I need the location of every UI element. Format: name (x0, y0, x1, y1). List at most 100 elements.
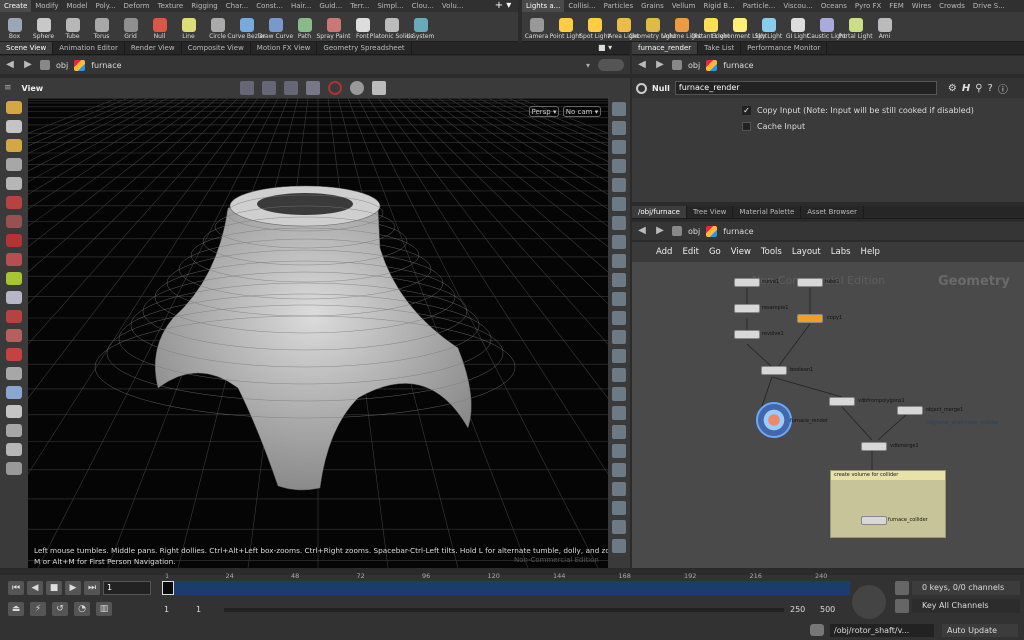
shelf-tab-0[interactable]: Lights a... (522, 0, 565, 12)
first-frame-button[interactable]: ⏮ (8, 581, 24, 595)
node-furnace-collider[interactable] (861, 516, 887, 525)
auto-update-dropdown[interactable]: Auto Update (942, 624, 1018, 637)
shelf-tab-5[interactable]: Rigid B... (699, 0, 738, 12)
playhead[interactable] (162, 581, 174, 595)
shelf-tool-6[interactable]: Line (174, 12, 203, 42)
shelf-tool-8[interactable]: Curve Bezier (227, 12, 266, 42)
shelf-tool-13[interactable]: Platonic Solids (370, 12, 413, 42)
audio-icon[interactable]: ⏏ (8, 602, 24, 616)
shelf-tab-10[interactable]: FEM (885, 0, 908, 12)
snap-icon[interactable] (262, 81, 276, 95)
node-copy1[interactable] (797, 314, 823, 323)
network-tab-1[interactable]: Tree View (687, 206, 734, 218)
shelf-tool-5[interactable]: Null (145, 12, 174, 42)
shelf-tab-7[interactable]: Char... (222, 0, 253, 12)
display-tool-10-icon[interactable] (612, 292, 626, 306)
left-tool-10-icon[interactable] (6, 291, 22, 304)
help-icon[interactable]: ⓘ (998, 81, 1008, 96)
display-tool-5-icon[interactable] (612, 197, 626, 211)
display-tool-17-icon[interactable] (612, 425, 626, 439)
key-icon[interactable]: ▥ (96, 602, 112, 616)
left-tool-5-icon[interactable] (6, 196, 22, 209)
help-h-icon[interactable]: H (962, 83, 970, 94)
camera-dropdown[interactable]: No cam ▾ (563, 106, 601, 117)
cache-input-checkbox[interactable] (742, 122, 751, 131)
gear-icon[interactable]: ⚙ (948, 83, 957, 94)
left-tool-6-icon[interactable] (6, 215, 22, 228)
shelf-tool-3[interactable]: Torus (87, 12, 116, 42)
left-tool-0-icon[interactable] (6, 101, 22, 114)
chat-icon[interactable] (810, 624, 824, 636)
shelf-tool-0[interactable]: Box (0, 12, 29, 42)
shelf-tab-5[interactable]: Texture (154, 0, 188, 12)
status-path-field[interactable]: /obj/rotor_shaft/v... (830, 624, 934, 637)
shelf-tab-1[interactable]: Collisi... (564, 0, 599, 12)
display-tool-21-icon[interactable] (612, 501, 626, 515)
render-icon[interactable] (372, 81, 386, 95)
left-tool-11-icon[interactable] (6, 310, 22, 323)
shelf-tool-0[interactable]: Camera (522, 12, 551, 42)
left-tool-3-icon[interactable] (6, 158, 22, 171)
last-frame-button[interactable]: ⏭ (84, 581, 100, 595)
node-furnace-render[interactable] (756, 402, 792, 438)
display-tool-16-icon[interactable] (612, 406, 626, 420)
range-end-field[interactable]: 500 (820, 605, 835, 614)
shelf-tool-2[interactable]: Tube (58, 12, 87, 42)
display-tool-0-icon[interactable] (612, 102, 626, 116)
shelf-tab-11[interactable]: Wires (908, 0, 935, 12)
back-arrow-icon[interactable]: ◀ (4, 59, 16, 71)
left-tab-1[interactable]: Animation Editor (53, 42, 125, 54)
copy-input-checkbox[interactable]: ✓ (742, 106, 751, 115)
path-root[interactable]: obj (688, 61, 700, 70)
left-tool-1-icon[interactable] (6, 120, 22, 133)
display-tool-23-icon[interactable] (612, 539, 626, 553)
display-tool-6-icon[interactable] (612, 216, 626, 230)
node-boolean1[interactable] (761, 366, 787, 375)
left-tool-14-icon[interactable] (6, 367, 22, 380)
shelf-tool-12[interactable]: Ami (870, 12, 899, 42)
path-dropdown-icon[interactable]: ▾ (586, 61, 590, 70)
network-tab-0[interactable]: /obj/furnace (632, 206, 687, 218)
playback-start-field[interactable]: 1 (196, 605, 201, 614)
play-button[interactable]: ▶ (65, 581, 81, 595)
left-tab-5[interactable]: Geometry Spreadsheet (317, 42, 412, 54)
shelf-tab-1[interactable]: Modify (31, 0, 62, 12)
shelf-tab-2[interactable]: Particles (600, 0, 638, 12)
3d-viewport[interactable]: Persp ▾ No cam ▾ Left mouse tumbles. Mid… (28, 98, 608, 568)
display-tool-20-icon[interactable] (612, 482, 626, 496)
left-tool-15-icon[interactable] (6, 386, 22, 399)
node-tube1[interactable] (797, 278, 823, 287)
shelf-tab-7[interactable]: Viscou... (779, 0, 816, 12)
network-box[interactable]: create volume for collider furnace_colli… (830, 470, 946, 538)
shelf-tool-1[interactable]: Point Light (550, 12, 581, 42)
shelf-tab-9[interactable]: Pyro FX (851, 0, 885, 12)
left-tool-8-icon[interactable] (6, 253, 22, 266)
display-tool-12-icon[interactable] (612, 330, 626, 344)
shelf-tab-4[interactable]: Deform (120, 0, 154, 12)
display-tool-18-icon[interactable] (612, 444, 626, 458)
shelf-tab-4[interactable]: Vellum (668, 0, 700, 12)
shelf-tool-4[interactable]: Grid (116, 12, 145, 42)
ghost-icon[interactable] (306, 81, 320, 95)
node-name-field[interactable]: furnace_render (674, 81, 937, 95)
display-tool-7-icon[interactable] (612, 235, 626, 249)
network-tab-2[interactable]: Material Palette (733, 206, 802, 218)
shelf-tool-7[interactable]: Environment Light (712, 12, 767, 42)
stop-button[interactable]: ■ (46, 581, 62, 595)
shelf-tab-8[interactable]: Const... (252, 0, 287, 12)
left-tab-3[interactable]: Composite View (182, 42, 251, 54)
net-menu-7[interactable]: Help (861, 247, 880, 257)
shelf-tool-2[interactable]: Spot Light (579, 12, 610, 42)
left-tool-9-icon[interactable] (6, 272, 22, 285)
display-tool-14-icon[interactable] (612, 368, 626, 382)
scope-icon[interactable]: ↺ (52, 602, 68, 616)
shelf-tab-12[interactable]: Simpl... (373, 0, 407, 12)
pane-menu-icon[interactable]: ■ ▾ (598, 43, 628, 54)
network-editor[interactable]: Non-Commercial Edition Geometry curve1 t… (632, 262, 1024, 568)
pin-icon[interactable] (598, 59, 624, 71)
clock-icon[interactable]: ◔ (74, 602, 90, 616)
range-start-field[interactable]: 1 (164, 605, 169, 614)
node-resample1[interactable] (734, 304, 760, 313)
shelf-tab-3[interactable]: Grains (637, 0, 668, 12)
range-slider[interactable] (224, 608, 784, 612)
